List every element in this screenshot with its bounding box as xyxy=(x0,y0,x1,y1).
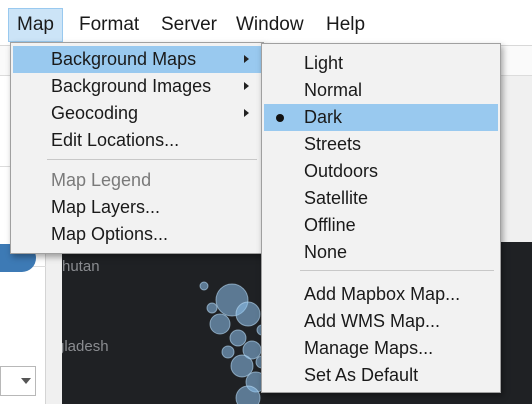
submenu-item-set-as-default[interactable]: Set As Default xyxy=(264,362,498,389)
panel-dropdown[interactable] xyxy=(0,366,36,396)
chevron-down-icon xyxy=(21,378,31,384)
map-place-label: gladesh xyxy=(62,338,109,355)
menu-item-label: Outdoors xyxy=(304,161,379,181)
menu-separator xyxy=(300,270,494,271)
menu-item-label: Map Options... xyxy=(51,224,169,244)
map-place-label: hutan xyxy=(62,258,100,275)
menu-item-map-options[interactable]: Map Options... xyxy=(13,221,261,248)
submenu-item-add-mapbox-map[interactable]: Add Mapbox Map... xyxy=(264,281,498,308)
menu-item-label: Offline xyxy=(304,215,356,235)
menu-item-label: Add Mapbox Map... xyxy=(304,284,461,304)
menu-item-label: Map Legend xyxy=(51,170,152,190)
menu-item-label: Normal xyxy=(304,80,363,100)
submenu-item-manage-maps[interactable]: Manage Maps... xyxy=(264,335,498,362)
menu-item-label: Satellite xyxy=(304,188,369,208)
menu-item-map-layers[interactable]: Map Layers... xyxy=(13,194,261,221)
submenu-item-add-wms-map[interactable]: Add WMS Map... xyxy=(264,308,498,335)
submenu-item-streets[interactable]: Streets xyxy=(264,131,498,158)
menu-server[interactable]: Server xyxy=(153,8,225,42)
menu-item-background-images[interactable]: Background Images xyxy=(13,73,261,100)
menu-item-label: Dark xyxy=(304,107,343,127)
submenu-item-offline[interactable]: Offline xyxy=(264,212,498,239)
submenu-item-dark[interactable]: Dark xyxy=(264,104,498,131)
menu-item-map-legend: Map Legend xyxy=(13,167,261,194)
menu-item-label: None xyxy=(304,242,348,262)
menu-separator xyxy=(47,159,257,160)
submenu-item-outdoors[interactable]: Outdoors xyxy=(264,158,498,185)
menu-item-label: Geocoding xyxy=(51,103,139,123)
chevron-right-icon xyxy=(244,55,249,63)
menu-item-label: Add WMS Map... xyxy=(304,311,441,331)
menu-item-label: Map Layers... xyxy=(51,197,161,217)
menu-map[interactable]: Map xyxy=(8,8,63,42)
menu-item-label: Set As Default xyxy=(304,365,419,385)
background-maps-submenu: Light Normal Dark Streets Outdoors Satel… xyxy=(261,43,501,393)
menu-window[interactable]: Window xyxy=(228,8,312,42)
menu-item-label: Manage Maps... xyxy=(304,338,434,358)
submenu-item-normal[interactable]: Normal xyxy=(264,77,498,104)
chevron-right-icon xyxy=(244,82,249,90)
menu-format[interactable]: Format xyxy=(71,8,147,42)
menu-item-label: Background Images xyxy=(51,76,212,96)
menu-item-label: Streets xyxy=(304,134,362,154)
menu-item-label: Light xyxy=(304,53,344,73)
submenu-item-none[interactable]: None xyxy=(264,239,498,266)
chevron-right-icon xyxy=(244,109,249,117)
submenu-item-light[interactable]: Light xyxy=(264,50,498,77)
menu-item-geocoding[interactable]: Geocoding xyxy=(13,100,261,127)
menu-item-label: Background Maps xyxy=(51,49,197,69)
menu-bar: Map Format Server Window Help xyxy=(0,0,532,46)
menu-item-background-maps[interactable]: Background Maps xyxy=(13,46,261,73)
menu-item-edit-locations[interactable]: Edit Locations... xyxy=(13,127,261,154)
map-menu: Background Maps Background Images Geocod… xyxy=(10,42,264,254)
menu-help[interactable]: Help xyxy=(318,8,373,42)
menu-item-label: Edit Locations... xyxy=(51,130,180,150)
selected-bullet-icon xyxy=(276,114,284,122)
submenu-item-satellite[interactable]: Satellite xyxy=(264,185,498,212)
